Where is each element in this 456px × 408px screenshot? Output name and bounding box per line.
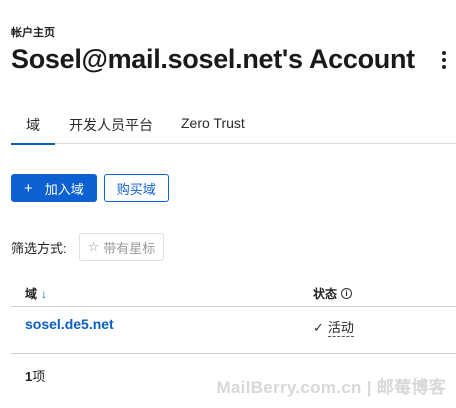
action-buttons: + 加入域 购买域 [11,174,169,202]
starred-filter-button[interactable]: ☆ 带有星标 [78,233,165,261]
domain-link[interactable]: sosel.de5.net [25,316,114,332]
filter-row: 筛选方式: ☆ 带有星标 [11,233,165,261]
more-options-icon[interactable] [437,49,451,71]
domains-table: 域 ↓ 状态 i sosel.de5.net ✓ 活动 [11,279,456,354]
item-count: 1项 [25,366,45,385]
add-domain-label: 加入域 [44,181,84,197]
starred-filter-label: 带有星标 [103,240,156,256]
breadcrumb[interactable]: 帐户主页 [11,24,55,40]
item-count-unit: 项 [32,369,46,384]
domain-column-header[interactable]: 域 ↓ [25,285,47,302]
star-icon: ☆ [87,239,100,254]
table-row: sosel.de5.net ✓ 活动 [11,307,456,354]
buy-domain-button[interactable]: 购买域 [103,174,169,202]
domain-header-label: 域 [25,287,38,301]
title-row: Sosel@mail.sosel.net's Account [11,44,451,75]
status-header-label: 状态 [313,287,338,301]
checkmark-icon: ✓ [313,320,324,336]
tab-developer-platform[interactable]: 开发人员平台 [69,110,153,144]
tab-zero-trust[interactable]: Zero Trust [181,110,245,144]
info-icon[interactable]: i [341,288,353,299]
status-cell: ✓ 活动 [313,320,354,337]
tab-domains[interactable]: 域 [11,110,55,145]
table-header: 域 ↓ 状态 i [11,279,456,307]
watermark: MailBerry.com.cn | 邮莓博客 [216,378,446,397]
filter-label: 筛选方式: [11,240,67,256]
plus-icon: + [24,179,33,197]
add-domain-button[interactable]: + 加入域 [11,174,97,202]
status-text[interactable]: 活动 [327,320,354,337]
account-home-page: 帐户主页 Sosel@mail.sosel.net's Account 域 开发… [0,0,456,408]
sort-down-arrow-icon: ↓ [41,286,48,301]
status-column-header: 状态 i [313,285,353,302]
page-title: Sosel@mail.sosel.net's Account [11,44,415,74]
tab-bar: 域 开发人员平台 Zero Trust [11,110,456,145]
